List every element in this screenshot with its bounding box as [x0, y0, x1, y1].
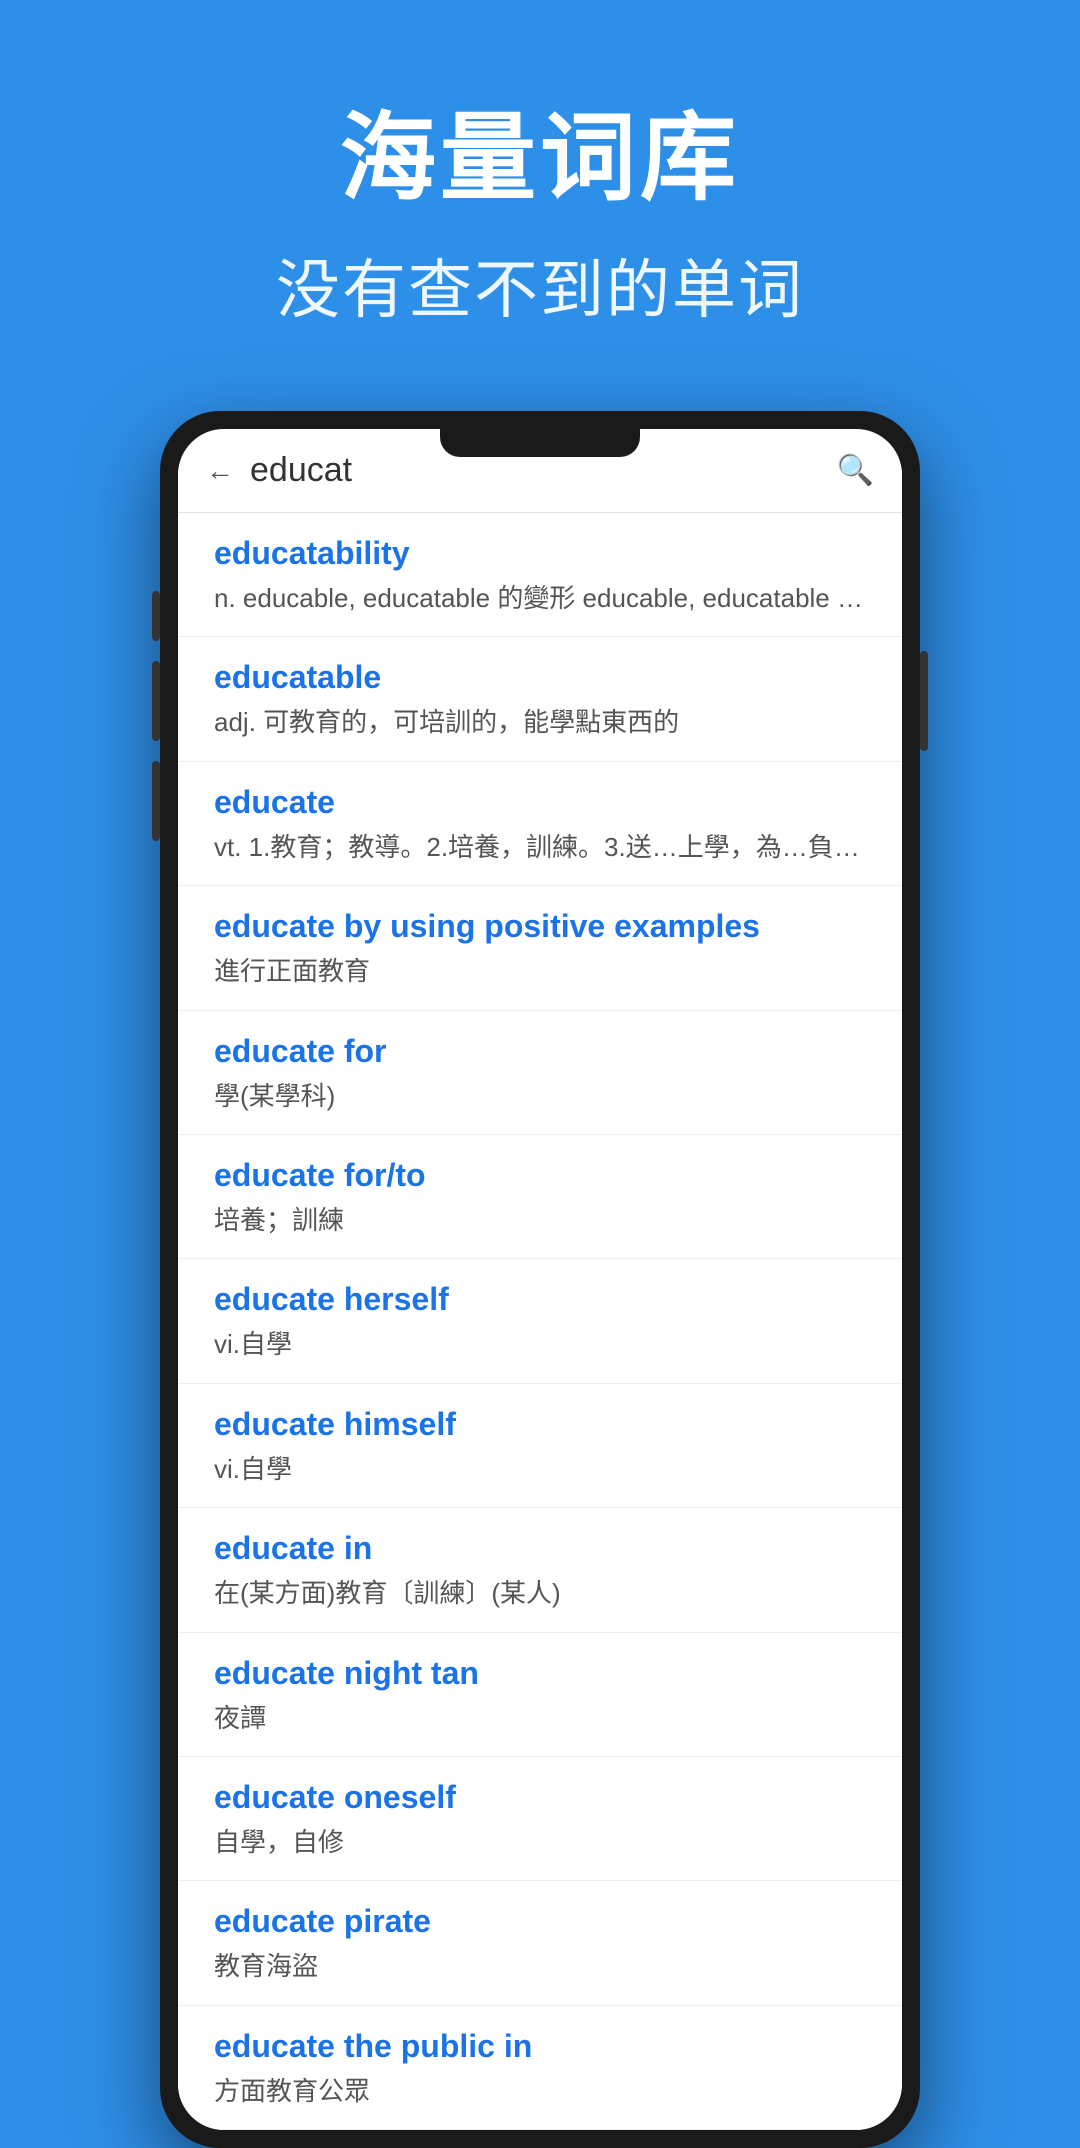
list-item[interactable]: educate himself vi.自學 — [178, 1384, 902, 1508]
result-definition: adj. 可教育的，可培訓的，能學點東西的 — [214, 704, 866, 740]
main-title: 海量词库 — [340, 80, 740, 219]
result-definition: 自學，自修 — [214, 1824, 866, 1860]
result-definition: vi.自學 — [214, 1451, 866, 1487]
back-button[interactable]: ← — [206, 455, 234, 487]
result-term: educate night tan — [214, 1655, 866, 1692]
list-item[interactable]: educate vt. 1.教育；教導。2.培養，訓練。3.送…上學，為…負擔學費… — [178, 762, 902, 886]
result-term: educatable — [214, 659, 866, 696]
result-definition: 在(某方面)教育〔訓練〕(某人) — [214, 1575, 866, 1611]
list-item[interactable]: educatable adj. 可教育的，可培訓的，能學點東西的 — [178, 637, 902, 761]
volume-up-button — [152, 661, 160, 741]
list-item[interactable]: educate by using positive examples 進行正面教育 — [178, 886, 902, 1010]
result-term: educate by using positive examples — [214, 908, 866, 945]
phone-notch — [440, 429, 640, 457]
list-item[interactable]: educate the public in 方面教育公眾 — [178, 2006, 902, 2130]
list-item[interactable]: educate for/to 培養；訓練 — [178, 1135, 902, 1259]
result-definition: n. educable, educatable 的變形 educable, ed… — [214, 580, 866, 616]
right-side-button — [920, 651, 928, 751]
sub-title: 没有查不到的单词 — [276, 239, 804, 331]
list-item[interactable]: educatability n. educable, educatable 的變形… — [178, 513, 902, 637]
volume-down-button — [152, 761, 160, 841]
phone-frame: ← 🔍 educatability n. educable, educatable… — [160, 411, 920, 2148]
result-term: educate for/to — [214, 1157, 866, 1194]
result-term: educate oneself — [214, 1779, 866, 1816]
result-definition: 教育海盜 — [214, 1948, 866, 1984]
power-button — [152, 591, 160, 641]
result-term: educate for — [214, 1033, 866, 1070]
header-section: 海量词库 没有查不到的单词 — [0, 0, 1080, 371]
result-definition: 培養；訓練 — [214, 1202, 866, 1238]
result-term: educate pirate — [214, 1903, 866, 1940]
result-definition: 夜譚 — [214, 1700, 866, 1736]
search-icon[interactable]: 🔍 — [837, 453, 874, 488]
result-definition: 學(某學科) — [214, 1078, 866, 1114]
list-item[interactable]: educate in 在(某方面)教育〔訓練〕(某人) — [178, 1508, 902, 1632]
result-term: educate himself — [214, 1406, 866, 1443]
side-buttons-left — [152, 591, 160, 841]
result-term: educate herself — [214, 1281, 866, 1318]
result-definition: vt. 1.教育；教導。2.培養，訓練。3.送…上學，為…負擔學費。 n... — [214, 829, 866, 865]
results-list: educatability n. educable, educatable 的變形… — [178, 513, 902, 2130]
result-definition: vi.自學 — [214, 1326, 866, 1362]
result-definition: 方面教育公眾 — [214, 2073, 866, 2109]
phone-container: ← 🔍 educatability n. educable, educatable… — [160, 411, 920, 2148]
list-item[interactable]: educate for 學(某學科) — [178, 1011, 902, 1135]
list-item[interactable]: educate night tan 夜譚 — [178, 1633, 902, 1757]
side-buttons-right — [920, 651, 928, 751]
result-definition: 進行正面教育 — [214, 953, 866, 989]
result-term: educate — [214, 784, 866, 821]
list-item[interactable]: educate pirate 教育海盜 — [178, 1881, 902, 2005]
list-item[interactable]: educate herself vi.自學 — [178, 1259, 902, 1383]
result-term: educatability — [214, 535, 866, 572]
phone-screen: ← 🔍 educatability n. educable, educatable… — [178, 429, 902, 2130]
result-term: educate the public in — [214, 2028, 866, 2065]
list-item[interactable]: educate oneself 自學，自修 — [178, 1757, 902, 1881]
result-term: educate in — [214, 1530, 866, 1567]
